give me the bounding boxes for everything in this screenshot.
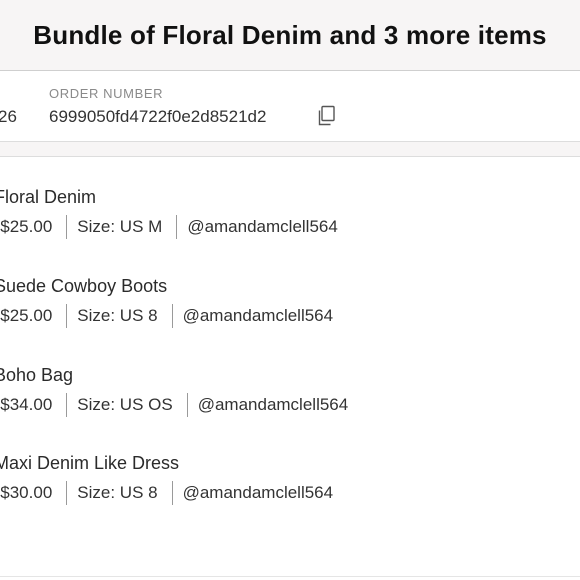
order-details-page: Bundle of Floral Denim and 3 more items … (0, 0, 580, 580)
list-item[interactable]: Suede Cowboy Boots C$25.00 Size: US 8 @a… (0, 276, 574, 356)
item-price: C$34.00 (0, 395, 53, 414)
item-name[interactable]: Maxi Denim Like Dress (0, 453, 179, 474)
list-item[interactable]: Maxi Denim Like Dress C$30.00 Size: US 8… (0, 453, 574, 533)
item-seller[interactable]: @amandamclell564 (183, 483, 334, 503)
copy-icon[interactable] (316, 105, 336, 127)
item-price: C$25.00 (0, 306, 53, 325)
item-size: Size: US M (77, 217, 163, 236)
meta-divider (66, 393, 68, 417)
list-item[interactable]: Floral Denim C$25.00 Size: US M @amandam… (0, 187, 574, 267)
meta-divider (186, 393, 188, 417)
bottom-divider (0, 576, 580, 577)
item-meta: C$25.00 Size: US M @amandamclell564 (0, 215, 338, 239)
meta-divider (171, 304, 173, 328)
item-name[interactable]: Boho Bag (0, 365, 73, 386)
meta-divider (66, 481, 68, 505)
meta-divider (176, 215, 178, 239)
item-seller[interactable]: @amandamclell564 (183, 306, 334, 326)
item-seller[interactable]: @amandamclell564 (198, 395, 349, 415)
item-size: Size: US OS (77, 395, 173, 414)
page-header: Bundle of Floral Denim and 3 more items (0, 0, 580, 71)
item-meta: C$25.00 Size: US 8 @amandamclell564 (0, 304, 333, 328)
meta-divider (171, 481, 173, 505)
item-meta: C$30.00 Size: US 8 @amandamclell564 (0, 481, 333, 505)
order-number-value[interactable]: 6999050fd4722f0e2d8521d2 (49, 107, 266, 127)
item-seller[interactable]: @amandamclell564 (187, 217, 338, 237)
meta-divider (66, 215, 68, 239)
list-item[interactable]: Boho Bag C$34.00 Size: US OS @amandamcle… (0, 365, 574, 445)
item-size: Size: US 8 (77, 483, 158, 502)
order-number-label: ORDER NUMBER (49, 86, 164, 101)
item-price: C$30.00 (0, 483, 53, 502)
item-meta: C$34.00 Size: US OS @amandamclell564 (0, 393, 348, 417)
order-info-strip: 26 ORDER NUMBER 6999050fd4722f0e2d8521d2 (0, 71, 580, 142)
item-name[interactable]: Suede Cowboy Boots (0, 276, 167, 297)
meta-divider (66, 304, 68, 328)
section-divider (0, 142, 580, 157)
item-price: C$25.00 (0, 217, 53, 236)
page-title: Bundle of Floral Denim and 3 more items (33, 19, 547, 50)
order-date-fragment: 26 (0, 107, 17, 126)
item-name[interactable]: Floral Denim (0, 187, 96, 208)
item-size: Size: US 8 (77, 306, 158, 325)
